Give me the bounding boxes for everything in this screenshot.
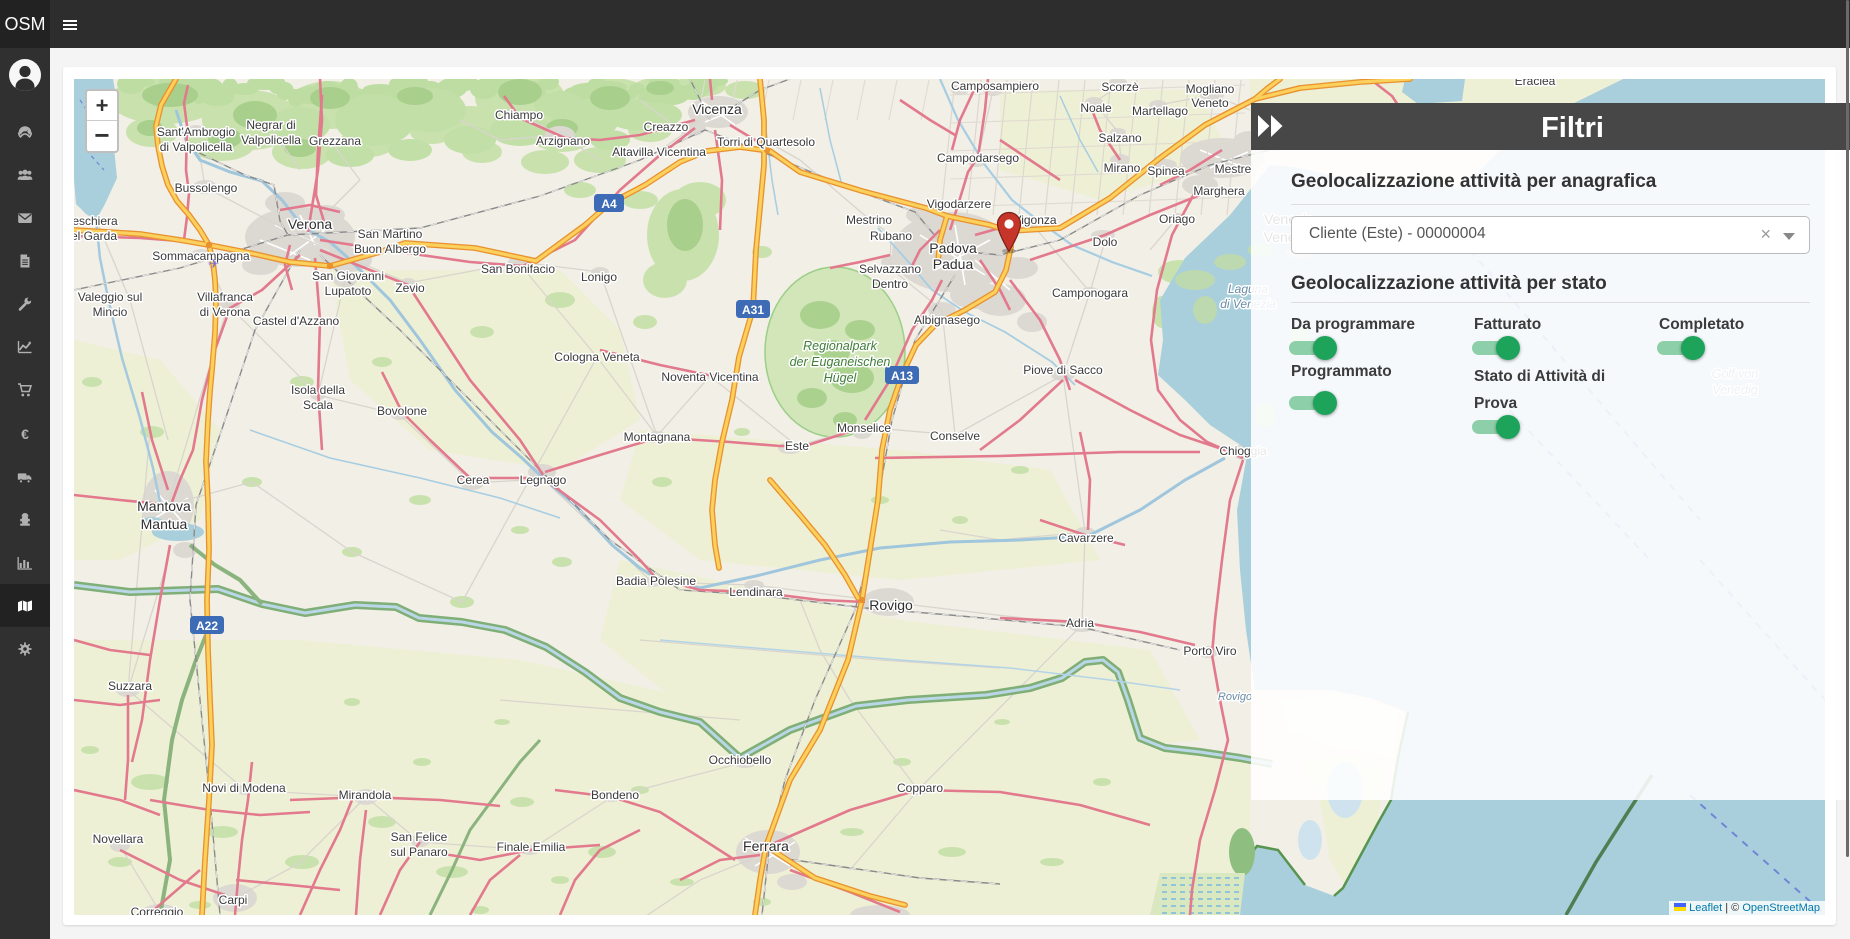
svg-text:✈: ✈ [209, 256, 220, 271]
svg-text:Sommacampagna: Sommacampagna [152, 249, 250, 263]
svg-text:Chiampo: Chiampo [495, 108, 543, 122]
svg-text:A22: A22 [196, 619, 218, 633]
svg-text:Altavilla Vicentina: Altavilla Vicentina [612, 145, 706, 159]
svg-text:Copparo: Copparo [897, 781, 943, 795]
svg-text:Torri di Quartesolo: Torri di Quartesolo [717, 135, 815, 149]
svg-text:Finale Emilia: Finale Emilia [497, 840, 566, 854]
svg-text:Grezzana: Grezzana [309, 134, 361, 148]
svg-text:Padua: Padua [933, 256, 974, 272]
svg-text:Verona: Verona [288, 216, 333, 232]
svg-text:Regionalpark: Regionalpark [803, 339, 877, 353]
svg-text:Novellara: Novellara [93, 832, 144, 846]
svg-text:Bussolengo: Bussolengo [175, 181, 238, 195]
svg-text:Lonigo: Lonigo [581, 270, 617, 284]
svg-text:Marghera: Marghera [1193, 184, 1245, 198]
svg-text:Novi di Modena: Novi di Modena [202, 781, 286, 795]
svg-text:Mirandola: Mirandola [339, 788, 392, 802]
svg-text:Martellago: Martellago [1132, 104, 1188, 118]
svg-text:Este: Este [785, 439, 809, 453]
svg-text:di Verona: di Verona [200, 305, 251, 319]
svg-text:Creazzo: Creazzo [644, 120, 689, 134]
svg-text:Selvazzano: Selvazzano [859, 262, 921, 276]
svg-text:San Felice: San Felice [391, 830, 448, 844]
svg-text:Sant'Ambrogio: Sant'Ambrogio [157, 125, 236, 139]
svg-text:Campodarsego: Campodarsego [937, 151, 1019, 165]
svg-text:Camposampiero: Camposampiero [951, 79, 1039, 93]
svg-text:Mestrino: Mestrino [846, 213, 892, 227]
svg-text:Conselve: Conselve [930, 429, 980, 443]
svg-text:Salzano: Salzano [1098, 131, 1142, 145]
svg-text:Ferrara: Ferrara [743, 838, 789, 854]
svg-text:A31: A31 [742, 303, 764, 317]
svg-text:Dolo: Dolo [1093, 235, 1118, 249]
svg-text:Veneto: Veneto [1191, 96, 1229, 110]
svg-text:Bovolone: Bovolone [377, 404, 427, 418]
svg-text:Correggio: Correggio [131, 905, 184, 915]
svg-text:Albignasego: Albignasego [914, 313, 980, 327]
svg-text:Legnago: Legnago [520, 473, 567, 487]
svg-text:Isola della: Isola della [291, 383, 345, 397]
svg-text:Dentro: Dentro [872, 277, 908, 291]
svg-text:sul Panaro: sul Panaro [390, 845, 448, 859]
svg-text:Vicenza: Vicenza [692, 101, 742, 117]
svg-text:Mirano: Mirano [1104, 161, 1141, 175]
svg-text:Scorzè: Scorzè [1101, 80, 1139, 94]
svg-text:di Valpolicella: di Valpolicella [160, 140, 233, 154]
svg-text:Mestre: Mestre [1215, 162, 1252, 176]
svg-text:Lupatoto: Lupatoto [325, 284, 372, 298]
svg-text:Vigodarzere: Vigodarzere [927, 197, 992, 211]
svg-text:Hügel: Hügel [824, 371, 858, 385]
svg-text:€: € [21, 426, 29, 442]
svg-text:Castel d'Azzano: Castel d'Azzano [253, 314, 340, 328]
svg-text:Valpolicella: Valpolicella [241, 133, 301, 147]
svg-text:Cerea: Cerea [457, 473, 490, 487]
svg-text:Monselice: Monselice [837, 421, 891, 435]
svg-text:der Euganeischen: der Euganeischen [790, 355, 891, 369]
svg-text:Mincio: Mincio [93, 305, 128, 319]
svg-text:Zevio: Zevio [395, 281, 425, 295]
svg-text:Eraclea: Eraclea [1515, 79, 1556, 88]
svg-text:Arzignano: Arzignano [536, 134, 590, 148]
svg-text:San Giovanni: San Giovanni [312, 269, 384, 283]
svg-text:Valeggio sul: Valeggio sul [78, 290, 143, 304]
svg-text:Rovigo: Rovigo [1218, 691, 1252, 703]
svg-text:Padova: Padova [929, 240, 977, 256]
svg-text:Montagnana: Montagnana [624, 430, 691, 444]
svg-text:Bondeno: Bondeno [591, 788, 639, 802]
svg-text:Lendinara: Lendinara [729, 585, 783, 599]
svg-text:Noventa Vicentina: Noventa Vicentina [661, 370, 759, 384]
svg-text:el Garda: el Garda [74, 229, 117, 243]
svg-text:Rubano: Rubano [870, 229, 912, 243]
svg-text:Cologna Veneta: Cologna Veneta [554, 350, 640, 364]
svg-text:eschiera: eschiera [74, 214, 118, 228]
svg-text:Buon Albergo: Buon Albergo [354, 242, 426, 256]
svg-text:Mogliano: Mogliano [1186, 82, 1235, 96]
svg-text:Occhiobello: Occhiobello [709, 753, 772, 767]
svg-text:Spinea: Spinea [1147, 164, 1185, 178]
svg-text:Negrar di: Negrar di [246, 118, 295, 132]
svg-text:A4: A4 [601, 197, 617, 211]
svg-text:Camponogara: Camponogara [1052, 286, 1128, 300]
svg-text:Piove di Sacco: Piove di Sacco [1023, 363, 1103, 377]
svg-text:Scala: Scala [303, 398, 333, 412]
svg-text:Mantova: Mantova [137, 498, 191, 514]
svg-text:Villafranca: Villafranca [197, 290, 253, 304]
svg-text:Rovigo: Rovigo [869, 597, 913, 613]
svg-text:Cavarzere: Cavarzere [1058, 531, 1114, 545]
svg-text:San Bonifacio: San Bonifacio [481, 262, 555, 276]
svg-text:Badia Polesine: Badia Polesine [616, 574, 696, 588]
svg-text:A13: A13 [891, 369, 913, 383]
svg-text:San Martino: San Martino [358, 227, 423, 241]
svg-text:Oriago: Oriago [1159, 212, 1195, 226]
svg-text:Noale: Noale [1080, 101, 1112, 115]
svg-text:Carpi: Carpi [219, 893, 248, 907]
svg-text:Mantua: Mantua [141, 516, 188, 532]
svg-text:Suzzara: Suzzara [108, 679, 152, 693]
svg-text:Porto Viro: Porto Viro [1183, 644, 1236, 658]
svg-text:Adria: Adria [1066, 616, 1094, 630]
